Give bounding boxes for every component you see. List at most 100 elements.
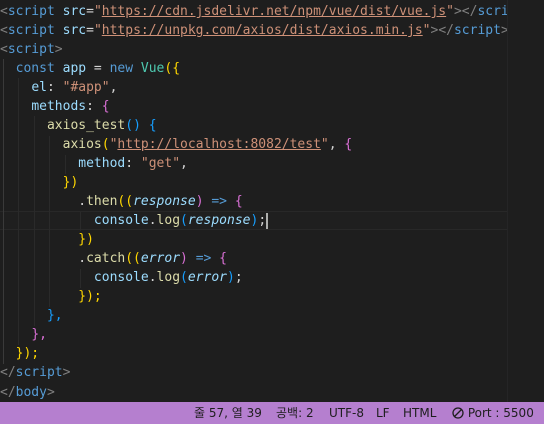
- cursor-position[interactable]: 줄 57, 열 39: [194, 402, 262, 424]
- code-token: ((: [125, 251, 141, 266]
- code-token: <: [0, 23, 8, 38]
- code-token: :: [125, 156, 141, 171]
- editor-scrollbar[interactable]: [507, 0, 544, 402]
- code-token: ,: [180, 156, 188, 171]
- code-token: script: [7, 23, 55, 38]
- code-line[interactable]: axios_test() {: [0, 116, 157, 135]
- code-line[interactable]: });: [0, 344, 39, 363]
- code-token: ): [180, 251, 196, 266]
- code-line[interactable]: .then((response) => {: [0, 192, 242, 211]
- code-token: new: [109, 61, 134, 76]
- code-token: ,: [328, 137, 345, 152]
- code-token: :: [86, 99, 102, 114]
- code-token: ></: [430, 23, 454, 38]
- code-line[interactable]: <script src="https://unpkg.com/axios/dis…: [0, 21, 509, 40]
- code-token: response: [133, 194, 196, 209]
- code-token: <: [0, 42, 8, 57]
- language-mode[interactable]: HTML: [403, 402, 436, 424]
- code-token: methods: [31, 99, 87, 114]
- code-token: });: [15, 346, 40, 361]
- code-line[interactable]: });: [0, 287, 102, 306]
- code-token: =: [86, 23, 94, 38]
- code-token: {: [148, 118, 157, 133]
- text-cursor: [266, 212, 269, 229]
- code-token: },: [46, 308, 63, 323]
- code-line[interactable]: },: [0, 306, 63, 325]
- code-token: "#app": [62, 80, 110, 95]
- file-encoding[interactable]: UTF-8: [329, 402, 364, 424]
- code-token: ></: [453, 4, 478, 19]
- code-token: script: [7, 4, 55, 19]
- code-token: }): [62, 175, 79, 190]
- code-line[interactable]: .catch((error) => {: [0, 249, 227, 268]
- code-token: Vue: [140, 61, 165, 76]
- code-line[interactable]: el: "#app",: [0, 78, 117, 97]
- code-token: :: [46, 80, 63, 95]
- code-token: console: [93, 213, 149, 228]
- code-token: =: [86, 4, 94, 19]
- code-token: });: [78, 289, 102, 304]
- code-token: </: [0, 365, 16, 380]
- code-token: ;: [258, 213, 267, 228]
- code-token: http://localhost:8082/test: [117, 137, 321, 152]
- body-tag-name: body: [15, 385, 47, 400]
- code-token: axios_test: [46, 118, 126, 133]
- code-token: },: [31, 327, 47, 342]
- code-line[interactable]: <script src="https://cdn.jsdelivr.net/np…: [0, 2, 517, 21]
- code-token: "get": [140, 156, 181, 171]
- code-token: script: [15, 365, 63, 380]
- code-token: script: [453, 23, 501, 38]
- code-line[interactable]: console.log(response);: [0, 211, 269, 230]
- code-token: .: [148, 270, 157, 285]
- code-token: {: [344, 137, 353, 152]
- code-line[interactable]: <script>: [0, 40, 63, 59]
- port-label: Port : 5500: [467, 406, 534, 420]
- end-of-line[interactable]: LF: [376, 402, 390, 424]
- code-token: >: [54, 42, 63, 57]
- code-token: ({: [164, 61, 181, 76]
- code-token: src: [62, 23, 87, 38]
- code-token: log: [156, 213, 181, 228]
- code-token: {: [219, 251, 227, 266]
- code-token: catch: [86, 251, 126, 266]
- code-line[interactable]: const app = new Vue({: [0, 59, 180, 78]
- code-line[interactable]: console.log(error);: [0, 268, 243, 287]
- code-token: =: [86, 61, 110, 76]
- code-token: .: [148, 213, 157, 228]
- code-line[interactable]: axios("http://localhost:8082/test", {: [0, 135, 353, 154]
- body-tag-close: >: [46, 385, 55, 400]
- code-line[interactable]: method: "get",: [0, 154, 188, 173]
- code-line[interactable]: methods: {: [0, 97, 109, 116]
- code-token: <: [0, 4, 8, 19]
- code-token: method: [78, 156, 126, 171]
- code-line[interactable]: }): [0, 173, 79, 192]
- code-token: then: [86, 194, 118, 209]
- code-token: ": [93, 23, 102, 38]
- code-token: ;: [234, 270, 243, 285]
- code-token: script: [7, 42, 55, 57]
- code-token: console: [93, 270, 149, 285]
- code-line[interactable]: },: [0, 325, 47, 344]
- body-closing-tag: </body>: [0, 383, 55, 402]
- code-line[interactable]: }): [0, 230, 94, 249]
- indentation-spaces[interactable]: 공백: 2: [276, 402, 314, 424]
- code-token: https://cdn.jsdelivr.net/npm/vue/dist/vu…: [101, 4, 447, 19]
- code-token: ": [422, 23, 431, 38]
- code-line[interactable]: </script>: [0, 363, 70, 382]
- code-editor[interactable]: <script src="https://cdn.jsdelivr.net/np…: [0, 0, 544, 402]
- live-server-port[interactable]: Port : 5500: [452, 402, 534, 424]
- code-token: src: [62, 4, 87, 19]
